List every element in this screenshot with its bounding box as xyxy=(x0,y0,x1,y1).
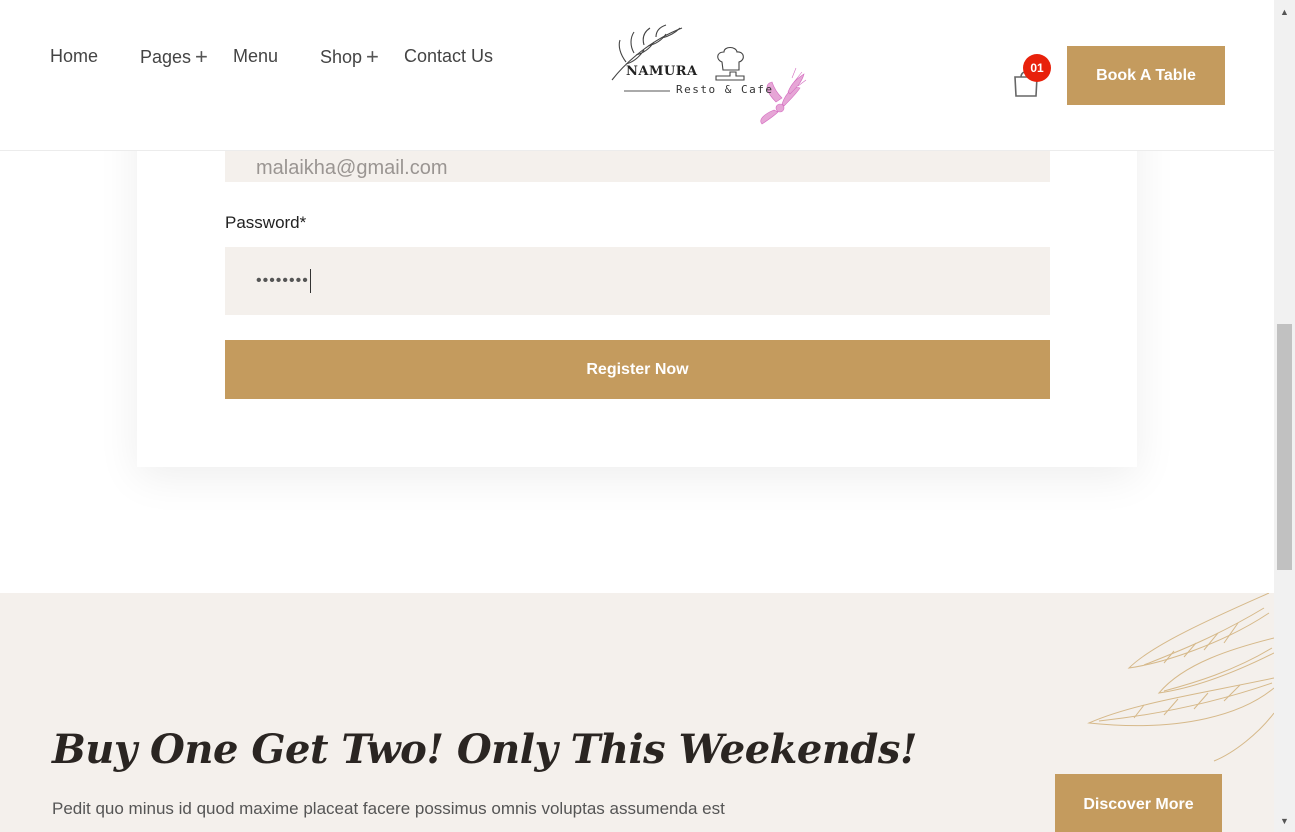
nav-shop[interactable]: Shop + xyxy=(320,46,379,68)
cart-button[interactable]: 01 xyxy=(1010,54,1054,98)
site-logo[interactable]: NAMURA Resto & Cafe xyxy=(606,22,816,132)
discover-more-button[interactable]: Discover More xyxy=(1055,774,1222,832)
logo-tagline: Resto & Cafe xyxy=(676,83,774,96)
nav-contact-us-label: Contact Us xyxy=(404,46,494,66)
nav-shop-label: Shop xyxy=(320,46,363,67)
promo-section: Buy One Get Two! Only This Weekends! Ped… xyxy=(0,593,1274,832)
promo-text: Pedit quo minus id quod maxime placeat f… xyxy=(52,799,725,818)
text-caret xyxy=(309,269,311,293)
register-now-button[interactable]: Register Now xyxy=(225,340,1050,399)
cart-count-badge: 01 xyxy=(1023,54,1051,82)
promo-title: Buy One Get Two! Only This Weekends! xyxy=(52,726,917,773)
scroll-thumb[interactable] xyxy=(1277,324,1292,570)
email-value: malaikha@gmail.com xyxy=(256,157,448,179)
nav-home-label: Home xyxy=(50,46,99,66)
nav-menu[interactable]: Menu xyxy=(233,46,278,67)
password-field[interactable]: •••••••• xyxy=(225,247,1050,315)
nav-home[interactable]: Home xyxy=(50,46,98,67)
scroll-up-icon[interactable]: ▲ xyxy=(1274,3,1295,20)
leaf-decoration-icon xyxy=(1087,593,1274,762)
nav-menu-label: Menu xyxy=(233,46,279,66)
vertical-scrollbar[interactable]: ▲ ▼ xyxy=(1274,0,1295,832)
logo-name: NAMURA xyxy=(626,64,698,79)
plus-icon: + xyxy=(195,44,208,69)
site-header: Home Pages + Menu Shop + Contact Us NAMU… xyxy=(0,0,1274,151)
book-a-table-button[interactable]: Book A Table xyxy=(1067,46,1225,105)
plus-icon: + xyxy=(366,44,379,69)
password-label: Password* xyxy=(225,213,307,232)
scroll-down-icon[interactable]: ▼ xyxy=(1274,812,1295,829)
nav-pages[interactable]: Pages + xyxy=(140,46,208,68)
nav-pages-label: Pages xyxy=(140,46,192,67)
nav-contact-us[interactable]: Contact Us xyxy=(404,46,493,67)
password-value: •••••••• xyxy=(256,272,309,289)
